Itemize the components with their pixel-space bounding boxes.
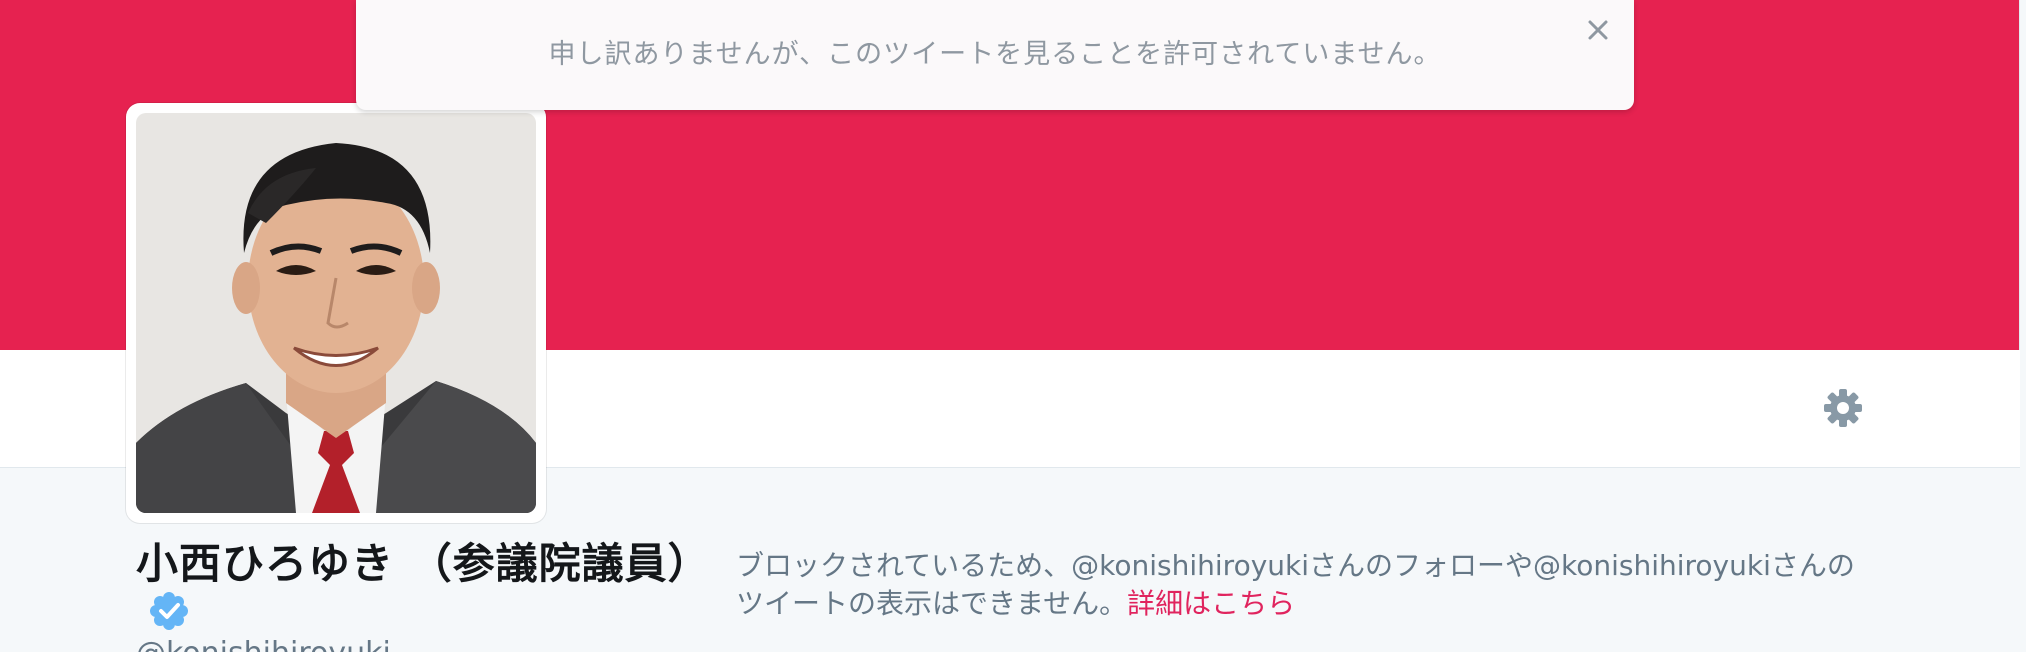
avatar[interactable] xyxy=(126,103,546,523)
learn-more-link[interactable]: 詳細はこちら xyxy=(1127,587,1295,620)
alert-message: 申し訳ありませんが、このツイートを見ることを許可されていません。 xyxy=(548,39,1442,70)
close-icon[interactable] xyxy=(1584,16,1612,44)
profile-name-text: 小西ひろゆき （参議院議員） xyxy=(136,539,711,588)
verified-badge-icon xyxy=(150,591,188,630)
blocked-notice-text: ブロックされているため、@konishihiroyukiさんのフォローや@kon… xyxy=(736,549,1855,620)
gear-icon[interactable] xyxy=(1823,388,1863,428)
profile-name: 小西ひろゆき （参議院議員） xyxy=(136,540,710,636)
alert-banner: 申し訳ありませんが、このツイートを見ることを許可されていません。 xyxy=(356,0,1634,110)
profile-page: 小西ひろゆき （参議院議員） @konishihiroyuki ブロックされてい… xyxy=(0,0,2026,652)
blocked-notice: ブロックされているため、@konishihiroyukiさんのフォローや@kon… xyxy=(736,547,1866,623)
avatar-image xyxy=(136,113,536,513)
page-scrollbar-edge xyxy=(2019,0,2026,652)
profile-handle[interactable]: @konishihiroyuki xyxy=(136,637,391,652)
